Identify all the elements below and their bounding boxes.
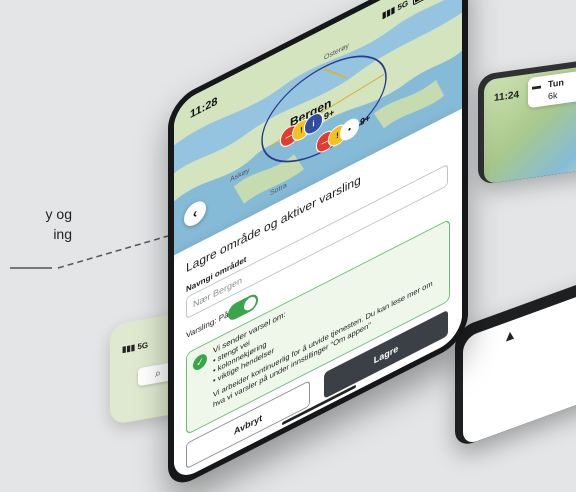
network-label: 5G xyxy=(137,340,149,352)
check-icon: ✓ xyxy=(193,351,207,373)
main-phone: 11:28 ▮▮▮ 5G Osterøy Bergen Askøy Sotra … xyxy=(168,0,468,492)
bottom-right-phone: ▲ xyxy=(455,270,576,450)
signal-icon: ▮▮▮ xyxy=(122,342,136,355)
bottom-left-status: ▮▮▮ 5G xyxy=(122,341,148,355)
right-phone: 11:24 ▬ Tun 6k xyxy=(478,52,576,186)
callout-line-2: ing xyxy=(53,226,72,242)
callout-line-1: y og xyxy=(45,206,72,222)
back-arrow-icon: ‹ xyxy=(192,204,198,222)
bus-icon: ▬ xyxy=(532,80,541,92)
cluster-count: 9+ xyxy=(360,112,371,128)
phone-screen: 11:28 ▮▮▮ 5G Osterøy Bergen Askøy Sotra … xyxy=(174,0,462,484)
right-card-title: Tun xyxy=(548,77,564,90)
callout-text: y og ing xyxy=(0,204,72,244)
bottom-right-screen xyxy=(463,282,576,447)
right-card-sub: 6k xyxy=(548,90,558,102)
cluster-count: 9+ xyxy=(324,106,335,122)
